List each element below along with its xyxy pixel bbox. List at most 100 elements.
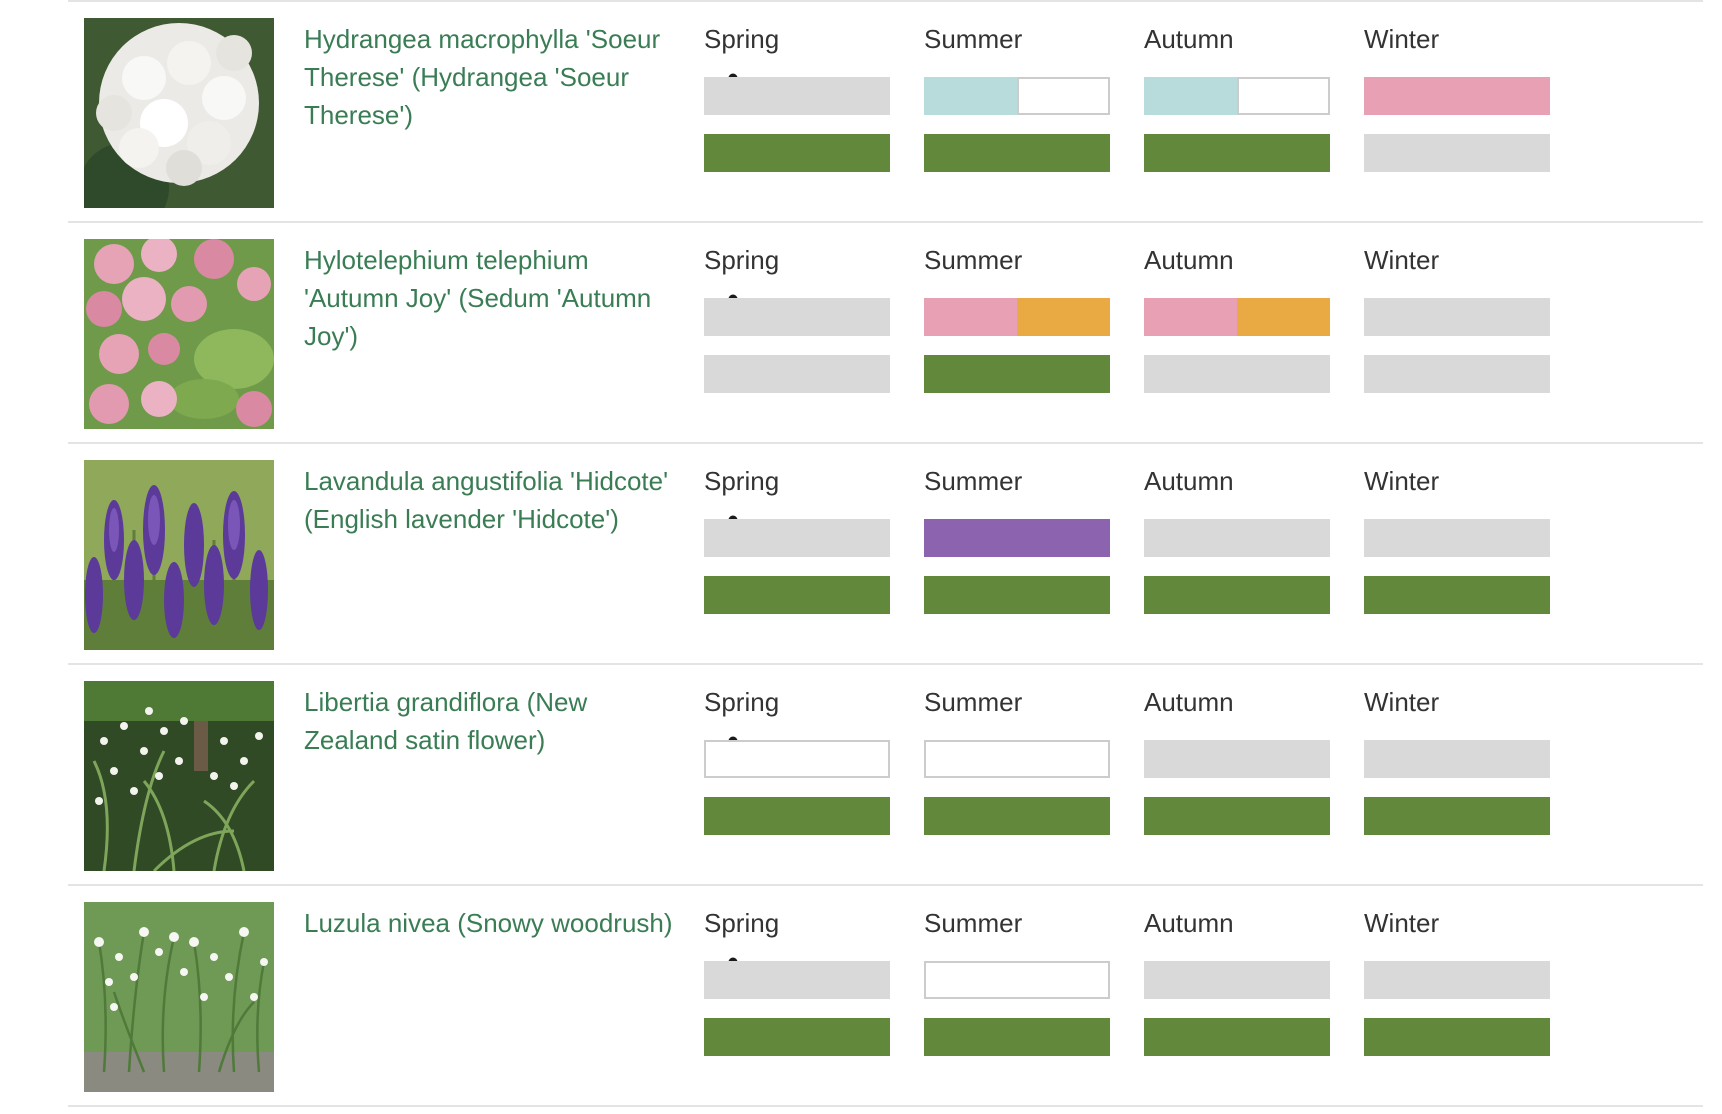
season-label: Winter	[1364, 245, 1440, 275]
foliage-segment-green	[1144, 1018, 1330, 1056]
season-winter: Winter	[1364, 20, 1550, 172]
foliage-segment-green	[704, 797, 890, 835]
foliage-segment-green	[704, 576, 890, 614]
flower-bar	[924, 740, 1110, 778]
flower-bar	[704, 519, 890, 557]
flower-segment-orange	[1237, 298, 1330, 336]
foliage-segment-green	[1144, 797, 1330, 835]
flower-bar	[704, 740, 890, 778]
plant-photo[interactable]	[84, 239, 274, 429]
hydrangea-photo	[84, 18, 274, 208]
flower-segment-none	[704, 77, 890, 115]
plant-name-link[interactable]: Hylotelephium telephium 'Autumn Joy' (Se…	[304, 241, 684, 355]
season-label: Summer	[924, 687, 1023, 717]
foliage-segment-none	[1364, 355, 1550, 393]
season-label: Summer	[924, 245, 1023, 275]
flower-bar	[1364, 961, 1550, 999]
flower-segment-orange	[1017, 298, 1110, 336]
flower-bar	[1364, 77, 1550, 115]
foliage-segment-green	[1144, 576, 1330, 614]
flower-segment-white	[704, 740, 890, 778]
foliage-segment-green	[704, 1018, 890, 1056]
plant-list: Hydrangea macrophylla 'Soeur Therese' (H…	[68, 0, 1703, 1107]
season-spring: Spring	[704, 20, 890, 172]
plant-row: Libertia grandiflora (New Zealand satin …	[68, 663, 1703, 884]
plant-name-link[interactable]: Lavandula angustifolia 'Hidcote' (Englis…	[304, 462, 684, 538]
season-label: Winter	[1364, 687, 1440, 717]
season-winter: Winter	[1364, 241, 1550, 393]
flower-segment-none	[704, 961, 890, 999]
sedum-photo	[84, 239, 274, 429]
flower-segment-purple	[924, 519, 1110, 557]
flower-bar	[924, 77, 1110, 115]
season-label: Spring	[704, 466, 780, 496]
flower-segment-none	[1144, 961, 1330, 999]
plant-row: Hylotelephium telephium 'Autumn Joy' (Se…	[68, 221, 1703, 442]
flower-bar	[924, 298, 1110, 336]
plant-name-link[interactable]: Hydrangea macrophylla 'Soeur Therese' (H…	[304, 20, 684, 134]
flower-bar	[704, 298, 890, 336]
plant-photo[interactable]	[84, 460, 274, 650]
foliage-bar	[704, 355, 890, 393]
plant-photo[interactable]	[84, 902, 274, 1092]
plant-row: Hydrangea macrophylla 'Soeur Therese' (H…	[68, 0, 1703, 221]
flower-segment-lightblue	[1144, 77, 1237, 115]
season-label: Spring	[704, 24, 780, 54]
foliage-segment-green	[924, 355, 1110, 393]
flower-bar	[1364, 519, 1550, 557]
flower-segment-white	[924, 961, 1110, 999]
season-spring: Spring	[704, 462, 890, 614]
flower-segment-lightblue	[924, 77, 1017, 115]
foliage-segment-none	[1144, 355, 1330, 393]
flower-bar	[924, 519, 1110, 557]
season-label: Summer	[924, 466, 1023, 496]
flower-segment-pink	[924, 298, 1017, 336]
foliage-bar	[1364, 355, 1550, 393]
plant-row: Lavandula angustifolia 'Hidcote' (Englis…	[68, 442, 1703, 663]
season-label: Autumn	[1144, 245, 1234, 275]
flower-bar	[1364, 740, 1550, 778]
plant-name-link[interactable]: Luzula nivea (Snowy woodrush)	[304, 904, 684, 942]
flower-bar	[704, 77, 890, 115]
foliage-bar	[1144, 797, 1330, 835]
flower-bar	[1144, 740, 1330, 778]
foliage-segment-green	[924, 797, 1110, 835]
libertia-photo	[84, 681, 274, 871]
season-winter: Winter	[1364, 904, 1550, 1056]
foliage-bar	[924, 797, 1110, 835]
foliage-segment-none	[1364, 134, 1550, 172]
season-autumn: Autumn	[1144, 683, 1330, 835]
plant-photo[interactable]	[84, 18, 274, 208]
flower-segment-none	[704, 519, 890, 557]
flower-bar	[1144, 298, 1330, 336]
flower-bar	[1144, 77, 1330, 115]
season-label: Winter	[1364, 908, 1440, 938]
flower-segment-white	[1237, 77, 1330, 115]
foliage-bar	[1144, 576, 1330, 614]
foliage-segment-green	[704, 134, 890, 172]
foliage-bar	[924, 1018, 1110, 1056]
season-summer: Summer	[924, 462, 1110, 614]
season-summer: Summer	[924, 20, 1110, 172]
flower-bar	[1144, 961, 1330, 999]
season-summer: Summer	[924, 241, 1110, 393]
foliage-bar	[704, 134, 890, 172]
season-label: Winter	[1364, 466, 1440, 496]
season-winter: Winter	[1364, 683, 1550, 835]
foliage-bar	[1364, 576, 1550, 614]
flower-segment-none	[1364, 519, 1550, 557]
season-label: Autumn	[1144, 466, 1234, 496]
season-autumn: Autumn	[1144, 20, 1330, 172]
foliage-bar	[704, 1018, 890, 1056]
plant-row: Luzula nivea (Snowy woodrush) Spring Sum…	[68, 884, 1703, 1107]
season-label: Autumn	[1144, 908, 1234, 938]
season-label: Winter	[1364, 24, 1440, 54]
foliage-bar	[924, 134, 1110, 172]
season-label: Summer	[924, 24, 1023, 54]
foliage-segment-green	[924, 134, 1110, 172]
foliage-bar	[1144, 1018, 1330, 1056]
plant-photo[interactable]	[84, 681, 274, 871]
foliage-bar	[704, 576, 890, 614]
flower-segment-white	[1017, 77, 1110, 115]
plant-name-link[interactable]: Libertia grandiflora (New Zealand satin …	[304, 683, 684, 759]
